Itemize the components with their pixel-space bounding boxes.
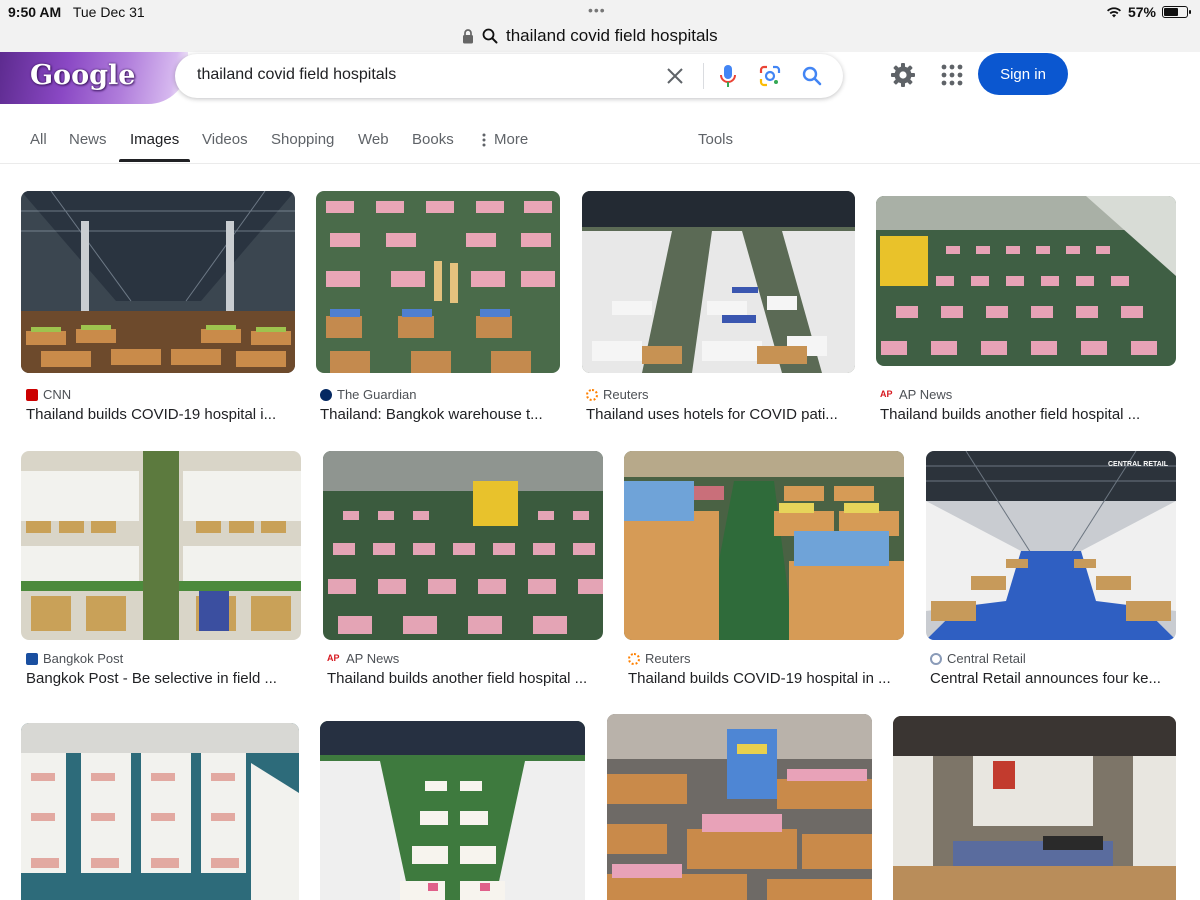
tab-more[interactable]: More [482, 131, 528, 148]
cnn-favicon-icon [26, 388, 38, 401]
tab-web[interactable]: Web [358, 131, 389, 148]
google-header: Google thailand covid field hospitals Si… [0, 52, 1200, 112]
sign-in-button[interactable]: Sign in [978, 53, 1068, 95]
tab-videos[interactable]: Videos [202, 131, 248, 148]
central-retail-favicon-icon [930, 652, 942, 665]
multitask-dots[interactable]: ••• [588, 2, 606, 18]
browser-chrome: 9:50 AM Tue Dec 31 ••• 57% thailand covi… [0, 0, 1200, 52]
result-thumbnail[interactable] [624, 451, 904, 640]
more-vert-icon [482, 133, 486, 147]
status-right: 57% [1106, 4, 1191, 20]
result-thumbnail[interactable] [21, 451, 301, 640]
source-name: AP News [899, 387, 953, 402]
tab-more-label: More [494, 131, 529, 148]
result-source[interactable]: AP AP News [880, 387, 952, 402]
reuters-favicon-icon [628, 652, 640, 665]
status-time: 9:50 AM Tue Dec 31 [8, 4, 145, 20]
tab-tools[interactable]: Tools [698, 131, 733, 148]
central-retail-watermark: CENTRAL RETAIL [1108, 461, 1169, 468]
tab-shopping[interactable]: Shopping [271, 131, 334, 148]
result-thumbnail[interactable] [893, 716, 1176, 900]
active-tab-indicator [119, 159, 190, 162]
source-name: AP News [346, 651, 400, 666]
tab-images[interactable]: Images [130, 131, 179, 148]
ap-news-favicon-icon: AP [880, 388, 894, 401]
result-source[interactable]: CNN [26, 387, 71, 402]
result-caption[interactable]: Central Retail announces four ke... [930, 670, 1172, 687]
google-doodle[interactable]: Google [0, 52, 188, 104]
result-source[interactable]: The Guardian [320, 387, 417, 402]
result-thumbnail[interactable] [316, 191, 560, 373]
result-source[interactable]: Reuters [586, 387, 649, 402]
google-lens-icon[interactable] [758, 64, 782, 88]
bangkok-post-favicon-icon [26, 652, 38, 665]
result-thumbnail[interactable] [582, 191, 855, 373]
source-name: Bangkok Post [43, 651, 124, 666]
status-clock: 9:50 AM [8, 4, 62, 20]
url-search-icon [482, 28, 498, 44]
result-source[interactable]: AP AP News [327, 651, 399, 666]
search-tabs: All News Images Videos Shopping Web Book… [0, 112, 1200, 164]
google-logo: Google [30, 60, 136, 91]
source-name: Reuters [603, 387, 649, 402]
result-caption[interactable]: Thailand: Bangkok warehouse t... [320, 406, 560, 423]
battery-icon [1162, 6, 1191, 18]
result-thumbnail[interactable] [21, 191, 295, 373]
url-text: thailand covid field hospitals [506, 26, 718, 45]
reuters-favicon-icon [586, 388, 598, 401]
url-bar[interactable]: thailand covid field hospitals [462, 24, 718, 48]
tab-all[interactable]: All [30, 131, 47, 148]
result-caption[interactable]: Bangkok Post - Be selective in field ... [26, 670, 298, 687]
result-source[interactable]: Reuters [628, 651, 691, 666]
guardian-favicon-icon [320, 388, 332, 401]
settings-gear-icon[interactable] [890, 62, 916, 88]
search-input[interactable]: thailand covid field hospitals [197, 66, 396, 84]
microphone-icon[interactable] [716, 64, 740, 88]
result-thumbnail[interactable] [320, 721, 585, 900]
result-thumbnail[interactable] [607, 714, 872, 900]
search-divider [703, 63, 704, 89]
result-caption[interactable]: Thailand builds another field hospital .… [327, 670, 602, 687]
result-source[interactable]: Bangkok Post [26, 651, 123, 666]
result-thumbnail[interactable] [323, 451, 603, 640]
source-name: The Guardian [337, 387, 417, 402]
source-name: Reuters [645, 651, 691, 666]
clear-icon[interactable] [663, 64, 687, 88]
status-date: Tue Dec 31 [72, 4, 145, 20]
ap-news-favicon-icon: AP [327, 652, 341, 665]
tab-books[interactable]: Books [412, 131, 454, 148]
result-caption[interactable]: Thailand uses hotels for COVID pati... [586, 406, 854, 423]
result-caption[interactable]: Thailand builds COVID-19 hospital in ... [628, 670, 903, 687]
source-name: Central Retail [947, 651, 1026, 666]
source-name: CNN [43, 387, 72, 402]
tab-news[interactable]: News [69, 131, 107, 148]
lock-icon [463, 28, 473, 43]
google-apps-icon[interactable] [941, 64, 963, 86]
search-icon[interactable] [800, 64, 824, 88]
result-thumbnail[interactable]: CENTRAL RETAIL [926, 451, 1176, 640]
result-thumbnail[interactable] [21, 723, 299, 900]
wifi-icon [1106, 7, 1121, 18]
result-caption[interactable]: Thailand builds another field hospital .… [880, 406, 1155, 423]
result-source[interactable]: Central Retail [930, 651, 1026, 666]
result-thumbnail[interactable] [876, 196, 1176, 366]
search-box[interactable]: thailand covid field hospitals [175, 54, 843, 98]
battery-percent: 57% [1127, 4, 1156, 20]
result-caption[interactable]: Thailand builds COVID-19 hospital i... [26, 406, 296, 423]
